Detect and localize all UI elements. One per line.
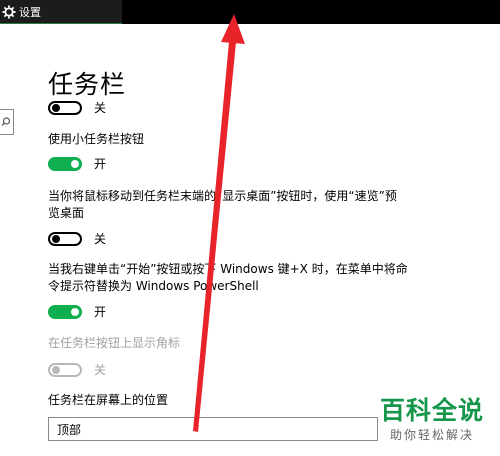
toggle-switch	[48, 362, 82, 377]
setting-label-peek: 当你将鼠标移动到任务栏末端的“显示桌面”按钮时，使用“速览”预览桌面	[48, 189, 397, 220]
title-bar: 设置	[0, 0, 500, 24]
settings-window-tab[interactable]: 设置	[0, 0, 122, 24]
taskbar-position-select[interactable]: 顶部	[48, 417, 378, 441]
gear-icon	[2, 4, 16, 19]
toggle-switch[interactable]	[48, 100, 82, 115]
watermark-logo: 百科全说 助你轻松解决	[372, 396, 492, 444]
toggle-state: 关	[94, 363, 107, 377]
setting-label-powershell: 当我右键单击“开始”按钮或按下 Windows 键+X 时，在菜单中将命令提示符…	[48, 262, 408, 293]
watermark-main: 百科全说	[379, 396, 484, 425]
search-icon	[1, 117, 11, 127]
page-title: 任务栏	[48, 70, 127, 99]
toggle-switch[interactable]	[48, 304, 82, 319]
left-nav-strip	[0, 24, 14, 456]
setting-small-buttons: 开	[48, 155, 106, 172]
setting-lock-taskbar: 关	[48, 99, 106, 116]
toggle-state: 开	[94, 157, 107, 171]
toggle-knob	[52, 234, 60, 243]
setting-badges: 关	[48, 361, 106, 378]
toggle-switch[interactable]	[48, 231, 82, 246]
toggle-knob	[52, 103, 60, 112]
toggle-switch[interactable]	[48, 156, 82, 171]
toggle-knob	[71, 307, 79, 316]
toggle-knob	[71, 159, 79, 168]
search-button[interactable]	[0, 109, 14, 135]
toggle-state: 关	[94, 232, 107, 246]
watermark-sub: 助你轻松解决	[389, 428, 474, 442]
position-label: 任务栏在屏幕上的位置	[48, 393, 169, 407]
setting-label-badges: 在任务栏按钮上显示角标	[48, 336, 181, 350]
setting-peek: 关	[48, 230, 106, 247]
window-title: 设置	[19, 5, 41, 19]
toggle-state: 关	[94, 101, 107, 115]
taskbar-position-value: 顶部	[57, 422, 82, 437]
toggle-knob	[52, 365, 60, 374]
setting-powershell: 开	[48, 303, 106, 320]
setting-label-small-buttons: 使用小任务栏按钮	[48, 132, 145, 146]
toggle-state: 开	[94, 305, 107, 319]
